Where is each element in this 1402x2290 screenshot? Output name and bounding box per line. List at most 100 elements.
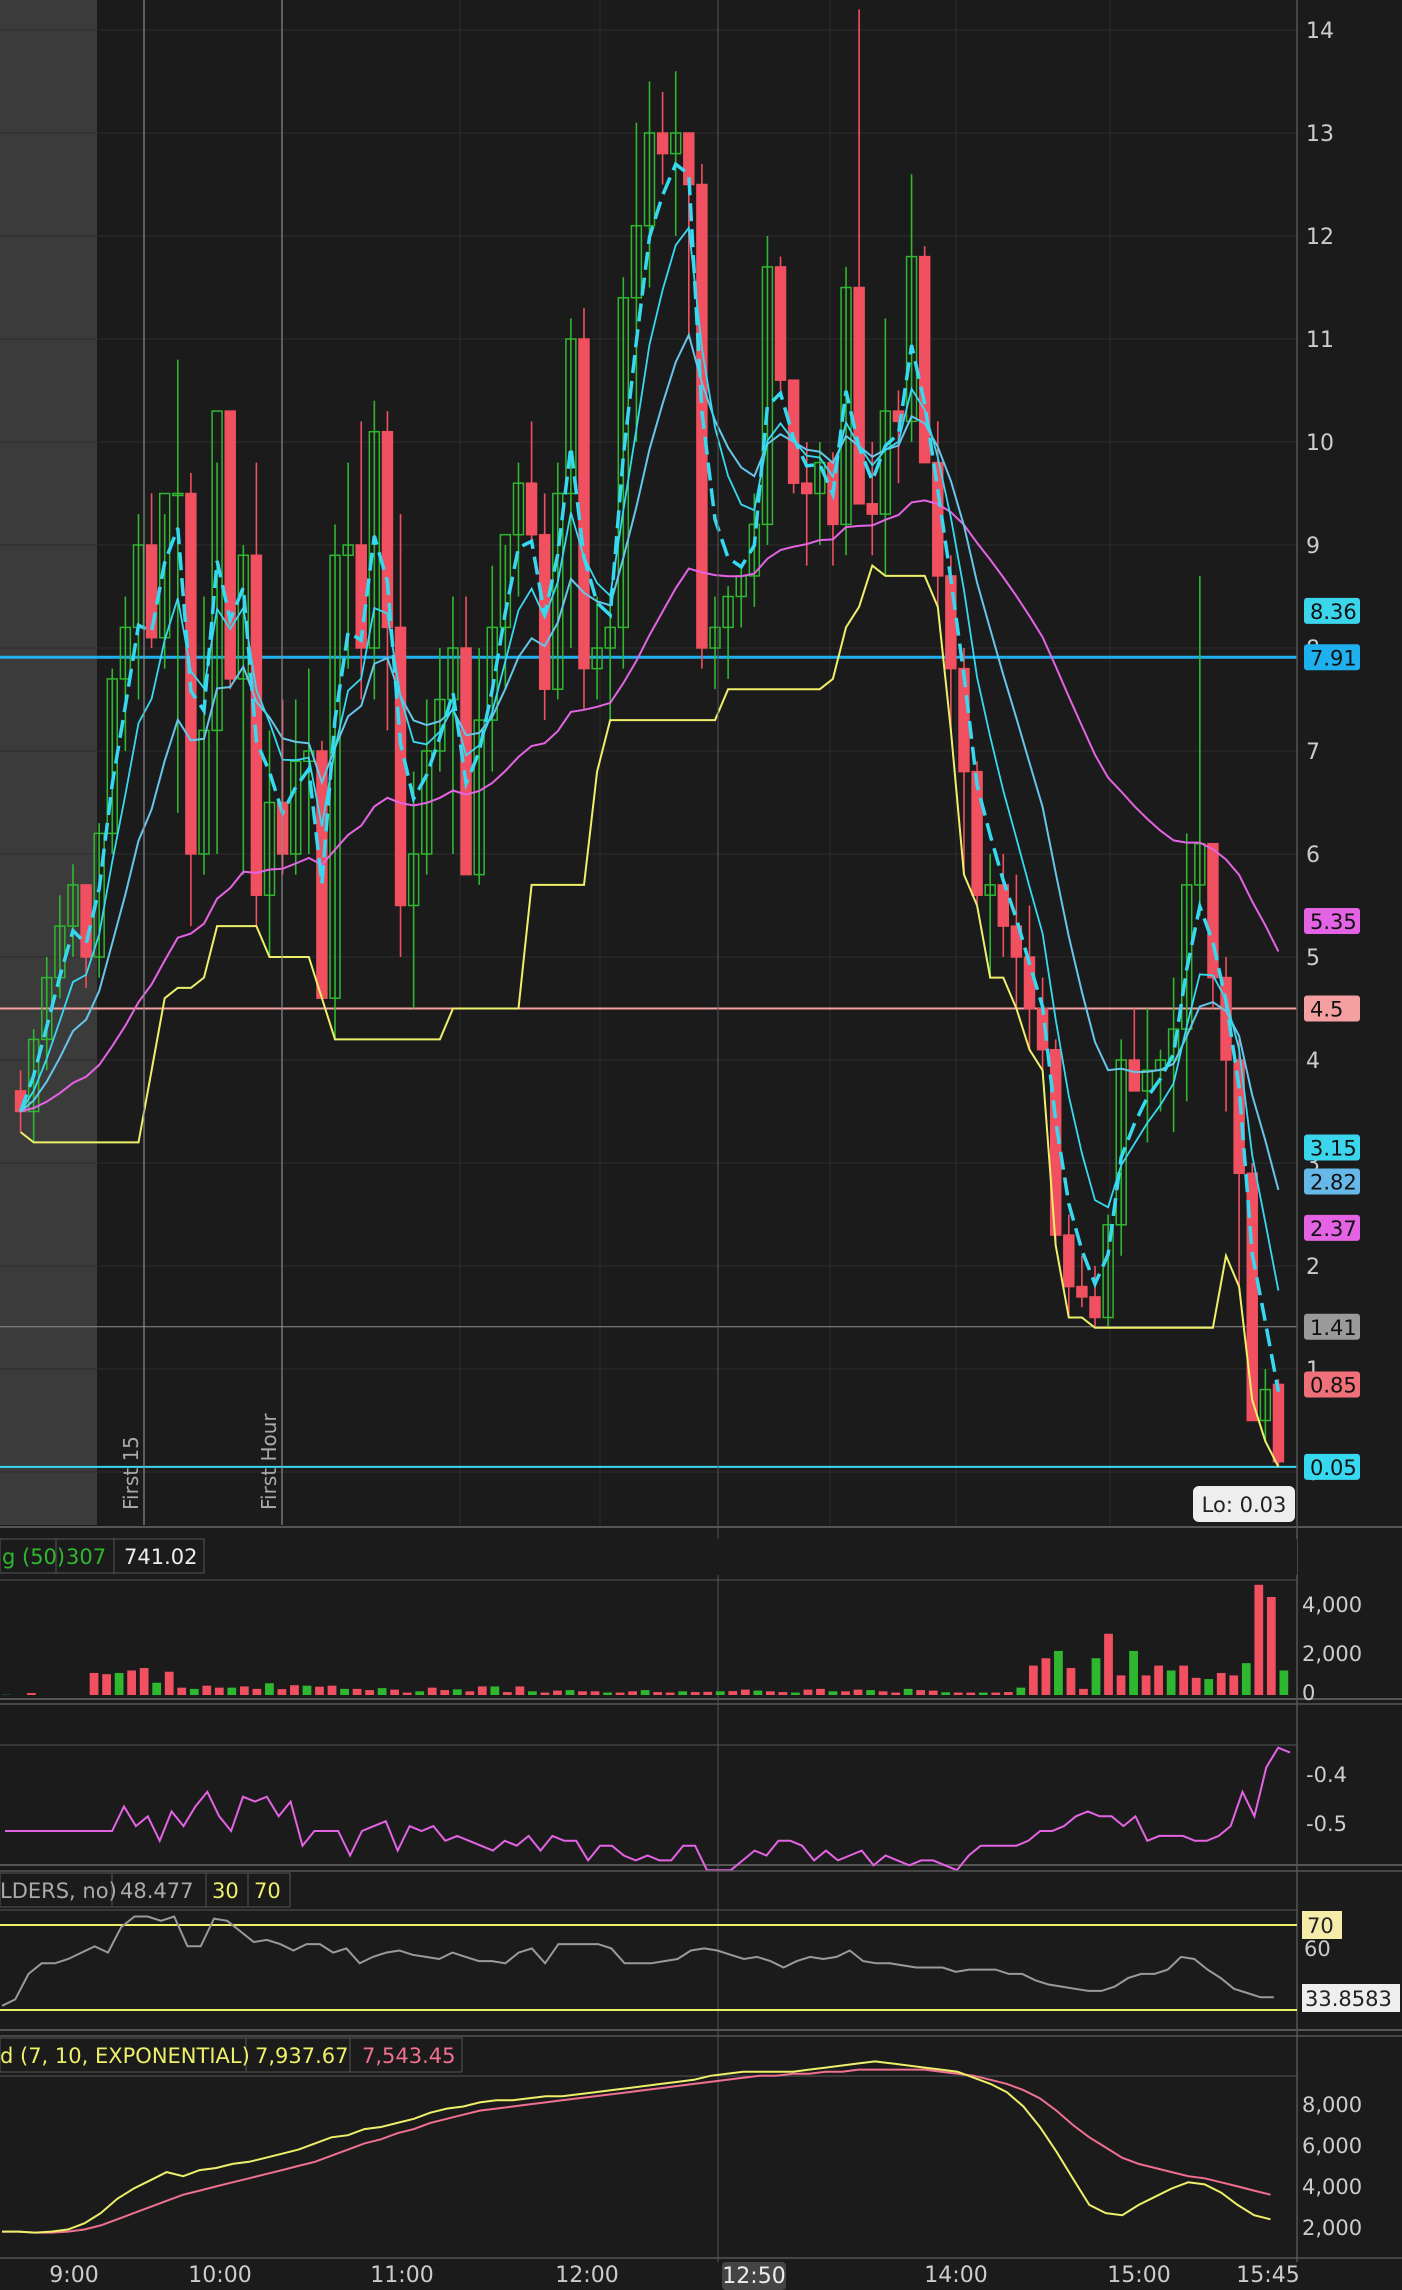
ma-header-a: 7,937.67 (255, 2044, 349, 2068)
volume-header-label: g (50) (2, 1545, 65, 1569)
volume-bar (465, 1691, 475, 1695)
volume-bar (603, 1692, 612, 1695)
volume-bar (778, 1692, 788, 1695)
volume-bar (565, 1690, 575, 1695)
candle-body (774, 266, 787, 381)
price-tick-11: 11 (1306, 328, 1334, 353)
volume-bar (1104, 1633, 1113, 1695)
volume-bar (1028, 1665, 1038, 1695)
volume-bar (578, 1691, 587, 1695)
candle-body (945, 575, 957, 670)
rsi-header-a: 48.477 (120, 1879, 193, 1903)
price-tick-9: 9 (1306, 534, 1320, 559)
time-label-900: 9:00 (49, 2263, 98, 2288)
volume-bar (515, 1686, 525, 1695)
volume-bar (703, 1691, 713, 1695)
volume-bar (615, 1692, 625, 1695)
volume-bar (127, 1670, 137, 1695)
volume-bar (941, 1692, 951, 1695)
volume-bar (878, 1691, 888, 1695)
osc-tick-04: -0.4 (1306, 1763, 1347, 1787)
volume-bar (214, 1687, 224, 1695)
volume-bar (327, 1685, 337, 1695)
volume-bar (628, 1691, 637, 1695)
volume-bar (315, 1686, 324, 1695)
rsi-header-c: 70 (254, 1879, 281, 1903)
volume-tick-2000: 2,000 (1302, 1642, 1362, 1666)
volume-bar (728, 1691, 738, 1695)
price-tick-10: 10 (1306, 431, 1334, 456)
volume-bar (715, 1691, 725, 1695)
value-label: 2.82 (1310, 1171, 1357, 1195)
candle-body (1063, 1234, 1075, 1288)
volume-bar (978, 1692, 988, 1695)
volume-bar (803, 1689, 813, 1695)
time-label-cursor: 12:50 (722, 2264, 785, 2289)
price-tick-6: 6 (1306, 843, 1320, 868)
volume-bar (740, 1689, 750, 1695)
volume-bar (502, 1692, 512, 1695)
low-label: Lo: 0.03 (1202, 1493, 1287, 1517)
candle-body (578, 338, 590, 670)
level-label: 1.41 (1310, 1316, 1357, 1340)
value-label: 0.85 (1310, 1373, 1357, 1397)
volume-bar (290, 1685, 299, 1695)
candle-body (1076, 1285, 1088, 1298)
level-label: 7.91 (1310, 646, 1357, 670)
volume-bar (653, 1692, 663, 1695)
level-label: 4.5 (1310, 998, 1343, 1022)
candle-body (1272, 1383, 1285, 1463)
volume-bar (239, 1686, 249, 1695)
candle-body (1089, 1296, 1101, 1319)
volume-bar (89, 1672, 99, 1695)
candle-body (80, 884, 92, 958)
time-label-1545: 15:45 (1236, 2263, 1299, 2288)
volume-bar (753, 1690, 763, 1695)
candle-body (185, 492, 197, 855)
volume-tick-4000: 4,000 (1302, 1593, 1362, 1617)
volume-bar (340, 1688, 349, 1695)
volume-tick-0: 0 (1302, 1681, 1315, 1705)
volume-bar (440, 1690, 450, 1695)
time-label-1100: 11:00 (370, 2263, 433, 2288)
volume-bar (152, 1682, 162, 1695)
volume-bar (427, 1687, 437, 1695)
value-label: 5.35 (1310, 910, 1357, 934)
volume-bar (352, 1688, 362, 1695)
ma-tick-8000: 8,000 (1302, 2093, 1362, 2117)
volume-bar (477, 1686, 487, 1695)
ma-tick-6000: 6,000 (1302, 2134, 1362, 2158)
volume-bar (1229, 1675, 1239, 1695)
volume-bar (590, 1691, 600, 1695)
volume-bar (490, 1686, 500, 1695)
time-label-1500: 15:00 (1107, 2263, 1170, 2288)
volume-bar (678, 1691, 688, 1695)
volume-bar (227, 1687, 237, 1695)
candle-body (525, 482, 538, 536)
volume-bar (1216, 1672, 1226, 1695)
volume-bar (452, 1689, 462, 1695)
volume-bar (1191, 1677, 1201, 1695)
candle-body (394, 626, 407, 907)
candle-body (853, 286, 865, 505)
volume-bar (765, 1691, 775, 1695)
volume-bar (540, 1692, 550, 1695)
price-tick-7: 7 (1306, 740, 1320, 765)
price-tick-2: 2 (1306, 1255, 1320, 1280)
volume-bar (991, 1692, 1001, 1695)
value-label: 3.15 (1310, 1137, 1357, 1161)
volume-bar (1166, 1670, 1176, 1695)
volume-bar (1129, 1650, 1138, 1695)
volume-bar (1241, 1663, 1251, 1695)
rsi-current-label: 33.8583 (1305, 1987, 1392, 2011)
volume-bar (528, 1691, 537, 1695)
volume-bar (365, 1690, 374, 1695)
volume-bar (139, 1668, 149, 1695)
candle-body (918, 255, 931, 464)
volume-bar (265, 1683, 274, 1695)
time-label-1400: 14:00 (924, 2263, 987, 2288)
volume-bar (1016, 1687, 1026, 1695)
marker-first-15: First 15 (119, 1436, 143, 1510)
volume-bar (202, 1685, 212, 1695)
volume-bar (277, 1689, 287, 1695)
